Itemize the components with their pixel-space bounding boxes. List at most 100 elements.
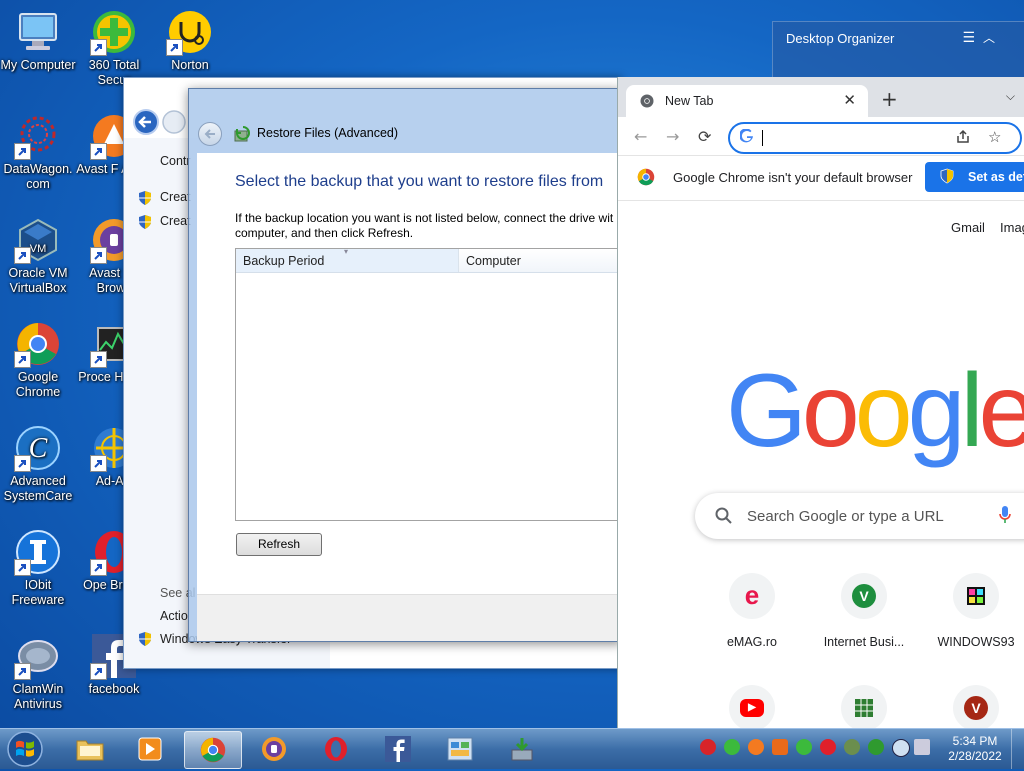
refresh-button[interactable]: Refresh <box>236 533 322 556</box>
desktop-icon-label: Norton <box>171 58 209 72</box>
taskbar-clock[interactable]: 5:34 PM 2/28/2022 <box>940 734 1010 764</box>
uac-shield-icon <box>940 168 954 184</box>
taskbar-opera[interactable] <box>308 731 364 767</box>
taskbar-facebook[interactable] <box>370 731 426 767</box>
sidebar-item-action-center[interactable]: Actio <box>160 609 188 623</box>
shortcut-arrow-icon <box>90 559 107 576</box>
uac-shield-icon <box>139 191 151 205</box>
back-arrow-icon[interactable]: ← <box>634 127 647 146</box>
tray-app-icon[interactable] <box>700 739 716 755</box>
tray-avast-icon[interactable] <box>748 739 764 755</box>
sort-indicator-icon: ▾ <box>344 248 349 256</box>
browser-toolbar: ← → ⟳ ☆ <box>618 117 1024 155</box>
chrome-window[interactable]: New Tab ✕ + ⌵ ← → ⟳ ☆ Google Chrome isn'… <box>617 77 1024 728</box>
backup-restore-icon <box>511 738 533 761</box>
desktop-icon-google-chrome[interactable]: Google Chrome <box>0 320 78 400</box>
uac-shield-icon <box>139 632 151 646</box>
speaker-icon[interactable] <box>916 739 932 755</box>
clamwin-icon <box>14 632 62 680</box>
norton-icon <box>166 8 214 56</box>
shortcut-tile-emag[interactable]: e eMAG.ro <box>702 573 802 649</box>
tab-search-chevron-icon[interactable]: ⌵ <box>1006 89 1015 104</box>
shortcut-icon: e <box>729 573 775 619</box>
clock-date: 2/28/2022 <box>948 749 1002 763</box>
back-button[interactable] <box>198 122 222 146</box>
sidebar-item-create-1[interactable]: Creat <box>160 190 191 204</box>
desktop-icon-norton[interactable]: Norton <box>150 8 230 73</box>
desktop-organizer-widget[interactable]: Desktop Organizer ☰ ︿ <box>772 21 1024 83</box>
shortcut-tile-youtube[interactable]: ▶ <box>702 685 802 728</box>
share-icon[interactable] <box>955 129 971 145</box>
list-header: Backup Period ▾ Computer <box>236 249 636 273</box>
column-header-backup-period[interactable]: Backup Period ▾ <box>236 249 459 272</box>
sidebar-item-control-panel-home[interactable]: Contr <box>160 154 191 168</box>
taskbar-file-explorer[interactable] <box>62 731 118 767</box>
desktop-icon-datawagon[interactable]: DataWagon. com <box>0 112 78 192</box>
chrome-logo-icon <box>637 168 655 186</box>
address-bar[interactable]: ☆ <box>728 122 1022 154</box>
shortcut-arrow-icon <box>14 351 31 368</box>
desktop-icon-advanced-systemcare[interactable]: C Advanced SystemCare <box>0 424 78 504</box>
shortcut-arrow-icon <box>90 663 107 680</box>
shortcut-label: WINDOWS93 <box>937 635 1015 649</box>
datawagon-icon <box>14 112 62 160</box>
taskbar-media-player[interactable] <box>122 731 178 767</box>
tray-security-icon[interactable] <box>796 739 812 755</box>
start-button[interactable] <box>4 730 46 768</box>
shortcut-tile-internet-business[interactable]: V Internet Busi... <box>814 573 914 649</box>
show-desktop-button[interactable] <box>1011 729 1024 769</box>
tab-strip: New Tab ✕ + ⌵ <box>618 77 1024 117</box>
tray-action-center-icon[interactable] <box>892 739 910 757</box>
shortcut-label: Internet Busi... <box>823 635 905 649</box>
tray-opera-icon[interactable] <box>820 739 836 755</box>
shortcut-icon: V <box>953 685 999 728</box>
dialog-footer <box>197 594 621 641</box>
taskbar-control-panel[interactable] <box>432 731 488 767</box>
shortcut-tile-spreadsheet[interactable] <box>814 685 914 728</box>
taskbar-backup-restore[interactable] <box>494 731 550 767</box>
tray-network-tool-icon[interactable] <box>844 739 860 755</box>
control-panel-icon <box>447 737 473 761</box>
hamburger-icon[interactable]: ☰ <box>962 30 975 46</box>
address-input[interactable] <box>758 128 942 148</box>
desktop-icon-my-computer[interactable]: My Computer <box>0 8 78 73</box>
close-tab-icon[interactable]: ✕ <box>843 91 856 109</box>
chevron-up-icon[interactable]: ︿ <box>983 29 995 46</box>
chrome-icon <box>14 320 62 368</box>
shortcut-tile-windows93[interactable]: WINDOWS93 <box>926 573 1024 649</box>
gmail-link[interactable]: Gmail <box>951 220 985 235</box>
shortcut-arrow-icon <box>14 559 31 576</box>
opera-icon <box>325 737 347 761</box>
clock-time: 5:34 PM <box>952 734 998 748</box>
reload-icon[interactable]: ⟳ <box>698 127 711 146</box>
sidebar-item-create-2[interactable]: Creat <box>160 214 191 228</box>
virtualbox-icon: VM <box>14 216 62 264</box>
desktop-icon-virtualbox[interactable]: VM Oracle VM VirtualBox <box>0 216 78 296</box>
taskbar-google-chrome[interactable] <box>184 731 242 769</box>
desktop-icon-clamwin[interactable]: ClamWin Antivirus <box>0 632 78 712</box>
desktop-icon-iobit-freeware[interactable]: IObit Freeware <box>0 528 78 608</box>
desktop-icon-360-total-security[interactable]: 360 Total Secur <box>74 8 154 88</box>
new-tab-button[interactable]: + <box>881 87 898 111</box>
tray-media-icon[interactable] <box>772 739 788 755</box>
taskbar: 5:34 PM 2/28/2022 <box>0 728 1024 769</box>
forward-arrow-icon[interactable]: → <box>666 127 679 146</box>
svg-text:VM: VM <box>30 243 47 255</box>
images-link[interactable]: Imag <box>1000 220 1024 235</box>
set-as-default-button[interactable]: Set as defa <box>925 162 1024 192</box>
360-security-icon <box>90 8 138 56</box>
backup-list[interactable]: Backup Period ▾ Computer <box>235 248 637 521</box>
google-search-box[interactable]: Search Google or type a URL <box>695 493 1024 539</box>
arrow-left-icon <box>204 129 215 139</box>
tray-update-icon[interactable] <box>868 739 884 755</box>
taskbar-avast-secure-browser[interactable] <box>246 731 302 767</box>
windows93-icon <box>967 587 985 605</box>
tab-new-tab[interactable]: New Tab ✕ <box>626 85 868 117</box>
shortcut-tile-v-site[interactable]: V <box>926 685 1024 728</box>
desktop-icon-label: Google Chrome <box>15 370 61 399</box>
tray-360-icon[interactable] <box>724 739 740 755</box>
column-header-computer[interactable]: Computer <box>459 249 636 272</box>
restore-files-dialog[interactable]: Restore Files (Advanced) Select the back… <box>188 88 637 642</box>
microphone-icon[interactable] <box>998 505 1012 525</box>
bookmark-star-icon[interactable]: ☆ <box>988 128 1001 146</box>
